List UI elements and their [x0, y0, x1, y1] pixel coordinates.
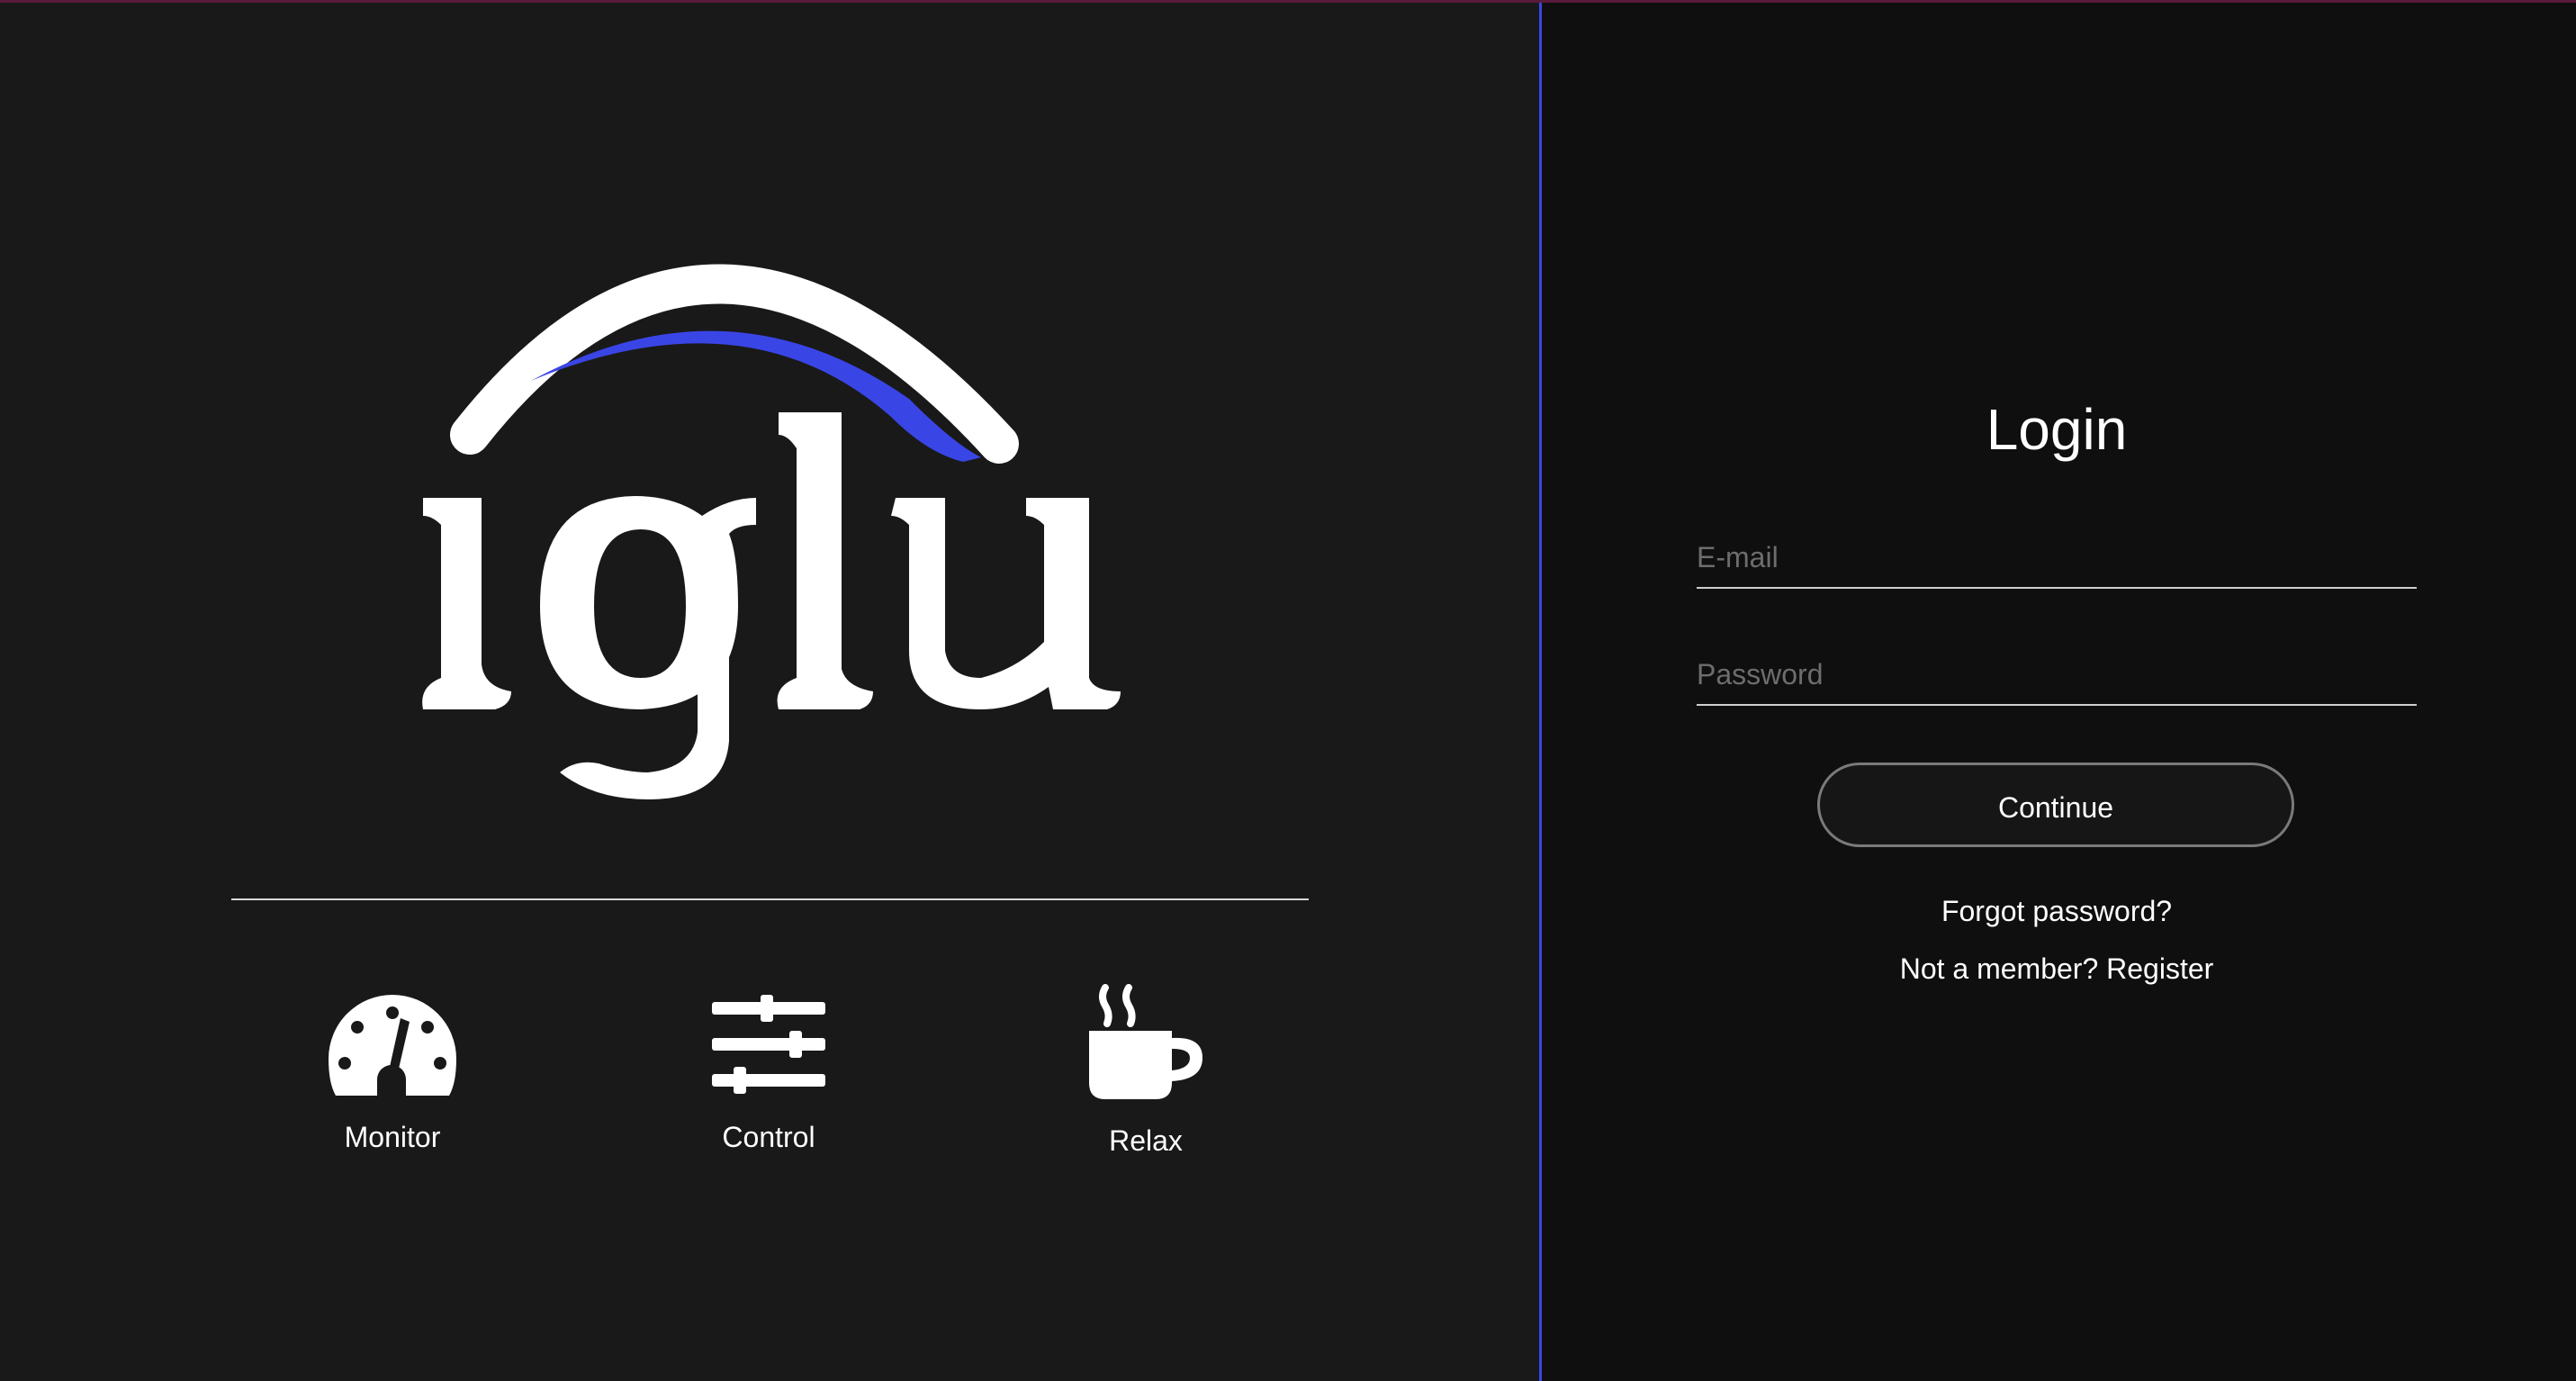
feature-label-relax: Relax [1109, 1124, 1183, 1157]
feature-label-control: Control [722, 1121, 815, 1153]
feature-control: Control [652, 993, 886, 1154]
login-title: Login [1986, 397, 2128, 462]
email-input[interactable] [1697, 541, 2417, 574]
coffee-cup-icon [1089, 984, 1202, 1099]
feature-monitor: Monitor [275, 993, 509, 1154]
gauge-icon [329, 995, 456, 1096]
feature-relax: Relax [1029, 984, 1263, 1158]
password-input[interactable] [1697, 658, 2417, 691]
email-field[interactable] [1697, 524, 2417, 589]
divider-line [231, 898, 1309, 900]
register-link[interactable]: Not a member? Register [1697, 952, 2417, 986]
password-field[interactable] [1697, 641, 2417, 706]
feature-label-monitor: Monitor [344, 1121, 441, 1153]
iglu-logo [422, 264, 1121, 799]
continue-button[interactable]: Continue [1817, 763, 2294, 847]
sliders-icon [712, 995, 825, 1094]
forgot-password-link[interactable]: Forgot password? [1697, 895, 2417, 928]
brand-panel: Monitor Control Relax [0, 3, 1539, 1381]
